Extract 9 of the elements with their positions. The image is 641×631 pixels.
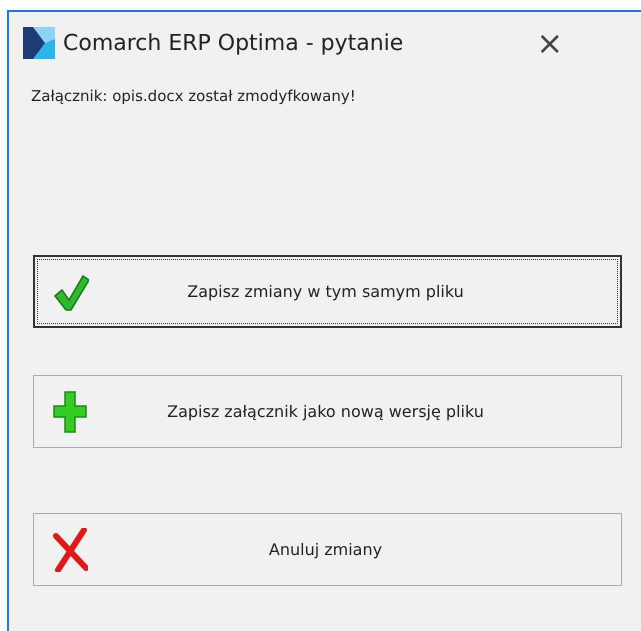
logo-icon: [23, 27, 55, 59]
close-button[interactable]: ×: [528, 24, 572, 62]
window-title: Comarch ERP Optima - pytanie: [63, 30, 404, 56]
action-button[interactable]: Zapisz zmiany w tym samym pliku: [33, 255, 622, 328]
plus-icon: [52, 390, 88, 434]
cross-icon: [52, 528, 88, 572]
action-button[interactable]: Zapisz załącznik jako nową wersję pliku: [33, 375, 622, 448]
action-button[interactable]: Anuluj zmiany: [33, 513, 622, 586]
message-text: Załącznik: opis.docx został zmodyfkowany!: [30, 86, 357, 105]
